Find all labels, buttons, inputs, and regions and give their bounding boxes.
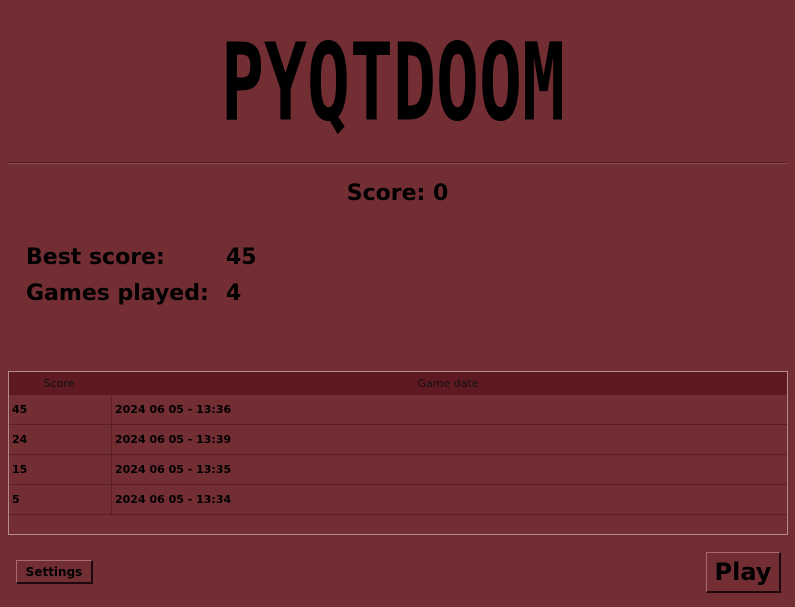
score-cell: 15 bbox=[9, 455, 112, 484]
games-played-value: 4 bbox=[226, 281, 242, 306]
game-logo: PYQTDOOM bbox=[218, 26, 568, 138]
table-row[interactable]: 5 2024 06 05 - 13:34 bbox=[9, 485, 787, 515]
date-cell: 2024 06 05 - 13:34 bbox=[115, 493, 232, 506]
score-cell: 5 bbox=[9, 485, 112, 514]
stats-panel: Best score: 45 Games played: 4 bbox=[26, 244, 257, 316]
best-score-label: Best score: bbox=[26, 245, 165, 270]
header-divider bbox=[8, 162, 788, 164]
logo-text: PYQTDOOM bbox=[221, 26, 565, 138]
date-cell: 2024 06 05 - 13:36 bbox=[115, 403, 232, 416]
game-date-column-header[interactable]: Game date bbox=[109, 372, 787, 395]
history-table[interactable]: Score Game date 45 2024 06 05 - 13:36 24… bbox=[8, 371, 788, 535]
score-column-header[interactable]: Score bbox=[9, 372, 109, 395]
table-row[interactable]: 24 2024 06 05 - 13:39 bbox=[9, 425, 787, 455]
table-header: Score Game date bbox=[9, 372, 787, 395]
games-played-label: Games played: bbox=[26, 281, 209, 306]
play-button[interactable]: Play bbox=[706, 552, 781, 593]
date-cell: 2024 06 05 - 13:35 bbox=[115, 463, 232, 476]
logo-graphic: PYQTDOOM bbox=[221, 26, 565, 138]
games-played-row: Games played: 4 bbox=[26, 280, 257, 316]
table-row[interactable]: 45 2024 06 05 - 13:36 bbox=[9, 395, 787, 425]
date-cell: 2024 06 05 - 13:39 bbox=[115, 433, 232, 446]
score-cell: 45 bbox=[9, 395, 112, 424]
best-score-value: 45 bbox=[226, 245, 257, 270]
best-score-row: Best score: 45 bbox=[26, 244, 257, 280]
current-score: Score: 0 bbox=[346, 181, 449, 206]
score-cell: 24 bbox=[9, 425, 112, 454]
table-row[interactable]: 15 2024 06 05 - 13:35 bbox=[9, 455, 787, 485]
settings-button[interactable]: Settings bbox=[16, 560, 93, 584]
